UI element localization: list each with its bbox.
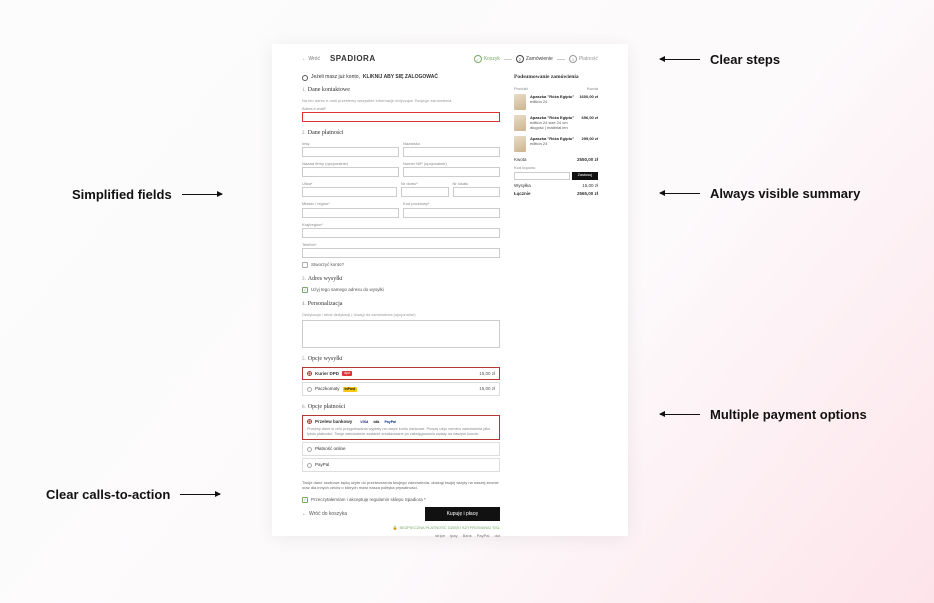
radio-icon — [307, 447, 312, 452]
summary-subtotal: Kwota2550,00 zł — [514, 157, 598, 163]
arrow-left-icon: ← — [302, 511, 307, 518]
buy-button[interactable]: Kupuję i płacę — [425, 507, 500, 522]
product-thumb-icon — [514, 136, 526, 152]
annotation-label: Always visible summary — [710, 186, 860, 201]
section-billing: 2.Dane płatności Imię Nazwisko Nazwa fir… — [302, 130, 500, 268]
create-account-checkbox[interactable]: ✓Stworzyć konto? — [302, 262, 500, 268]
paypal-icon: PayPal — [383, 420, 396, 425]
tpay-icon: tpay — [450, 533, 458, 538]
step-cart[interactable]: ✓Koszyk — [474, 55, 500, 63]
zip-field[interactable] — [403, 208, 500, 218]
section-payment-options: 6.Opcje płatności Przelew bankowy VISA b… — [302, 404, 500, 472]
payment-logos-row: stripe tpay Bank PayPal dot — [302, 533, 500, 538]
secure-note: 🔒BEZPIECZNA PŁATNOŚĆ DZIĘKI SZYFROWANIU … — [302, 525, 500, 530]
nip-field[interactable] — [403, 167, 500, 177]
house-field[interactable] — [401, 187, 449, 197]
section-contact: 1.Dane kontaktowe Na ten adres e-mail pr… — [302, 87, 500, 122]
annotation-simplified-fields: Simplified fields — [72, 187, 222, 202]
arrow-right-icon — [180, 494, 220, 496]
terms-text: Twoje dane osobowe będą użyte do przetwo… — [302, 480, 500, 491]
dpd-badge-icon: dpd — [342, 371, 352, 376]
summary-item: Apaszka "Róża Egiptu"edition 24 299,00 z… — [514, 136, 598, 152]
arrow-left-icon — [660, 414, 700, 416]
order-summary: Podsumowanie zamówienia ProduktKwota Apa… — [514, 74, 598, 537]
shipping-inpost[interactable]: Paczkomaty InPost 15,00 zł — [302, 382, 500, 396]
stripe-icon: stripe — [435, 533, 445, 538]
lock-icon: 🔒 — [393, 525, 398, 530]
back-to-cart[interactable]: ←Wróć do koszyka — [302, 511, 347, 518]
bank-icon: Bank — [463, 533, 472, 538]
section-shipping-address: 3.Adres wysyłki ✓Użyj tego samego adresu… — [302, 276, 500, 293]
annotation-label: Clear steps — [710, 52, 780, 67]
city-field[interactable] — [302, 208, 399, 218]
arrow-left-icon — [660, 59, 700, 61]
radio-icon — [307, 463, 312, 468]
topbar: ← Wróć SPADIORA ✓Koszyk 2Zamówienie 3Pła… — [302, 54, 598, 64]
arrow-right-icon — [182, 194, 222, 196]
product-thumb-icon — [514, 115, 526, 131]
visa-icon: VISA — [359, 420, 369, 425]
section-shipping-options: 5.Opcje wysyłki Kurier DPD dpd 15,00 zł … — [302, 356, 500, 396]
annotation-label: Clear calls-to-action — [46, 487, 170, 502]
summary-title: Podsumowanie zamówienia — [514, 74, 598, 81]
apt-field[interactable] — [453, 187, 501, 197]
same-address-checkbox[interactable]: ✓Użyj tego samego adresu do wysyłki — [302, 287, 500, 293]
logo[interactable]: SPADIORA — [330, 54, 376, 64]
step-payment[interactable]: 3Płatność — [569, 55, 598, 63]
radio-icon — [307, 419, 312, 424]
personalization-textarea[interactable] — [302, 320, 500, 348]
street-field[interactable] — [302, 187, 397, 197]
payment-online[interactable]: Płatność online — [302, 442, 500, 456]
annotation-payment: Multiple payment options — [660, 407, 867, 422]
radio-icon — [307, 371, 312, 376]
email-field[interactable] — [302, 112, 500, 122]
annotation-cta: Clear calls-to-action — [46, 487, 220, 502]
company-field[interactable] — [302, 167, 399, 177]
coupon-input[interactable] — [514, 172, 570, 180]
user-icon — [302, 75, 308, 81]
back-link[interactable]: ← Wróć — [302, 56, 320, 63]
annotation-label: Multiple payment options — [710, 407, 867, 422]
product-thumb-icon — [514, 94, 526, 110]
summary-total: Łącznie2565,00 zł — [514, 191, 598, 197]
annotation-clear-steps: Clear steps — [660, 52, 780, 67]
checkout-steps: ✓Koszyk 2Zamówienie 3Płatność — [474, 55, 598, 63]
inpost-badge-icon: InPost — [343, 387, 358, 392]
checkout-card: ← Wróć SPADIORA ✓Koszyk 2Zamówienie 3Pła… — [272, 44, 628, 536]
section-personalization: 4.Personalizacja Dedykacja / tekst dedyk… — [302, 301, 500, 348]
apply-coupon-button[interactable]: Zastosuj — [572, 172, 598, 180]
annotation-summary: Always visible summary — [660, 186, 860, 201]
summary-item: Apaszka "Róża Egiptu"edition 24 size 24 … — [514, 115, 598, 131]
blik-icon: blik — [372, 420, 380, 425]
last-name-field[interactable] — [403, 147, 500, 157]
terms-checkbox[interactable]: ✓Przeczytałem/am i akceptuję regulamin s… — [302, 497, 500, 503]
arrow-left-icon — [660, 193, 700, 195]
payment-bank[interactable]: Przelew bankowy VISA blik PayPal Prosimy… — [302, 415, 500, 440]
paypal-icon: PayPal — [477, 533, 490, 538]
dotpay-icon: dot — [494, 533, 500, 538]
annotation-label: Simplified fields — [72, 187, 172, 202]
login-prompt[interactable]: Jeżeli masz już konto, KLIKNIJ ABY SIĘ Z… — [302, 74, 500, 81]
payment-paypal[interactable]: PayPal — [302, 458, 500, 472]
phone-field[interactable] — [302, 248, 500, 258]
first-name-field[interactable] — [302, 147, 399, 157]
country-field[interactable] — [302, 228, 500, 238]
radio-icon — [307, 387, 312, 392]
shipping-dpd[interactable]: Kurier DPD dpd 15,00 zł — [302, 367, 500, 381]
summary-shipping: Wysyłka15,00 zł — [514, 183, 598, 189]
step-order[interactable]: 2Zamówienie — [516, 55, 553, 63]
summary-item: Apaszka "Róża Egiptu"edition 24 1600,00 … — [514, 94, 598, 110]
